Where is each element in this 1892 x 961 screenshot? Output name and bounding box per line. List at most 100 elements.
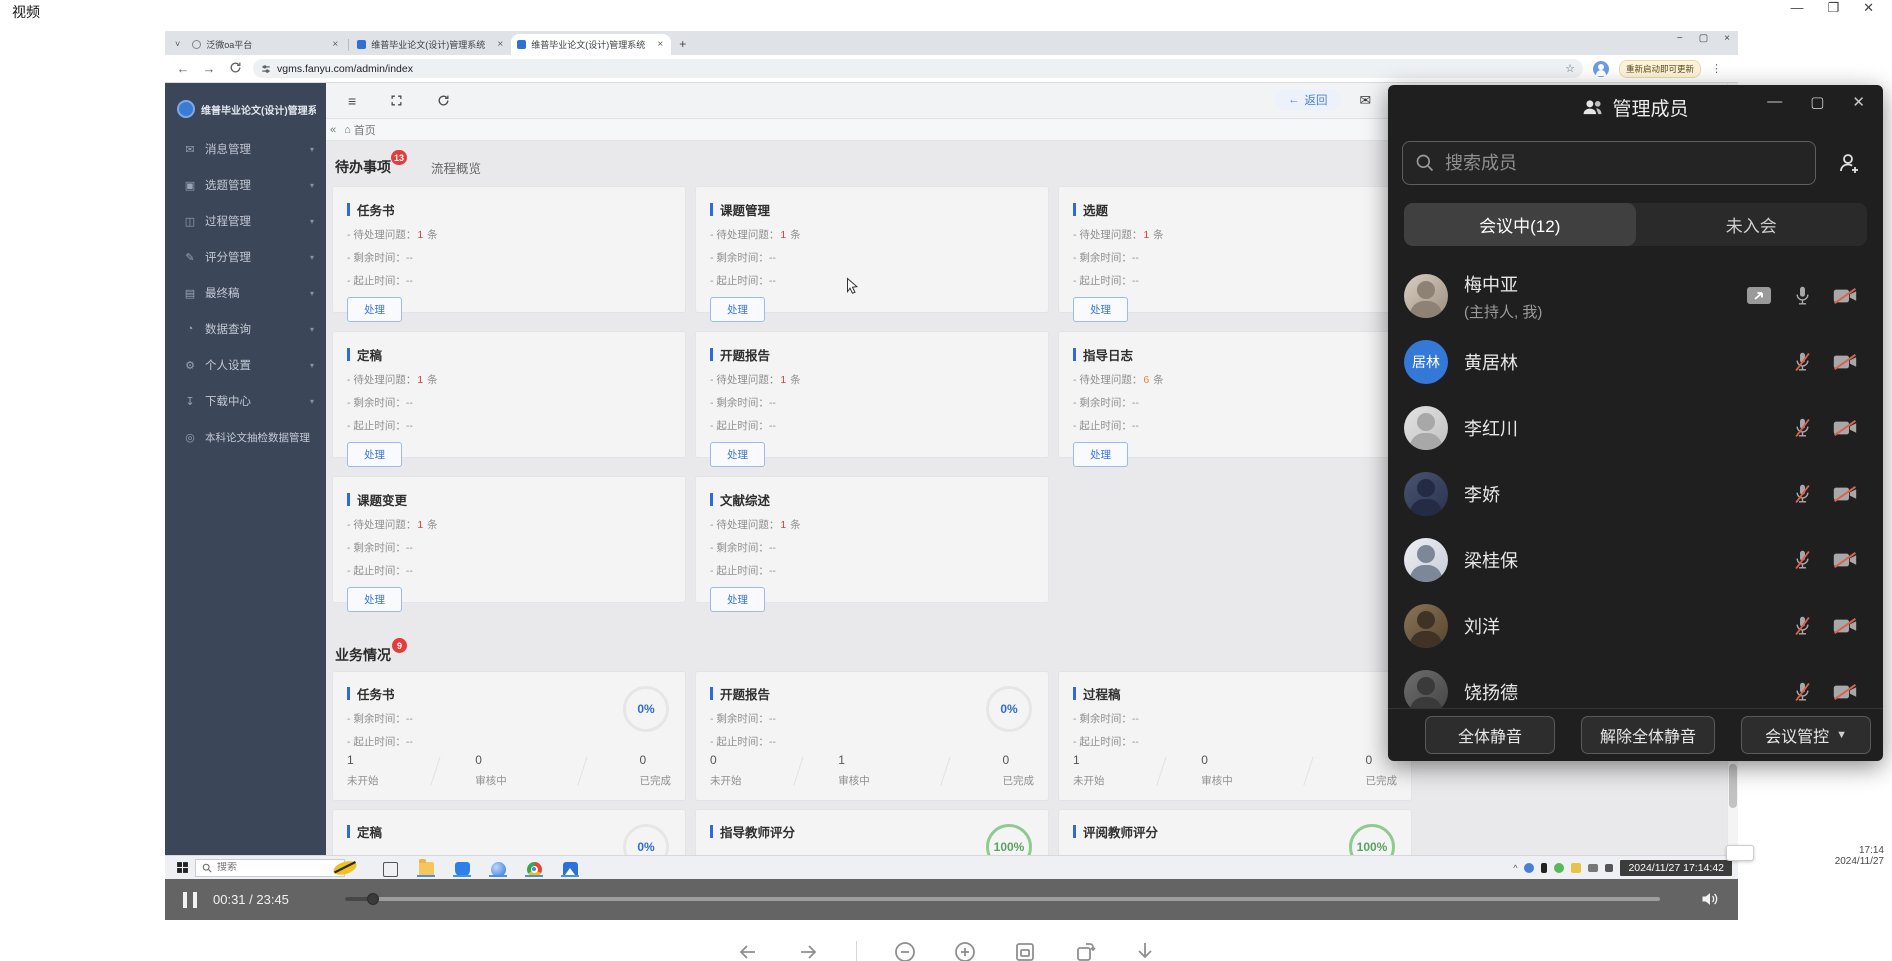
sidebar-item-final-draft[interactable]: ▤ 最终稿 ▾ [165,275,326,311]
browser-profile-avatar[interactable] [1593,61,1609,77]
close-icon[interactable]: ✕ [1863,0,1874,16]
taskbar-search[interactable] [195,859,345,877]
rotate-button[interactable] [1073,940,1097,961]
tray-icon[interactable] [1554,863,1564,873]
member-search-input[interactable] [1445,153,1803,174]
meeting-app-button[interactable] [559,859,581,877]
pause-button[interactable] [183,892,197,908]
member-row[interactable]: 李娇 [1388,461,1883,527]
tab-close-icon[interactable]: × [330,39,340,50]
fit-view-button[interactable] [1013,940,1037,961]
zoom-out-button[interactable] [893,940,917,961]
member-list[interactable]: 梅中亚 (主持人, 我) 居林 黄居林 [1388,263,1883,708]
mail-icon[interactable]: ✉ [1360,92,1372,109]
member-search-box[interactable] [1402,141,1816,185]
minimize-icon[interactable]: − [1677,33,1683,44]
member-row[interactable]: 梅中亚 (主持人, 我) [1388,263,1883,329]
blue-app-button[interactable] [487,859,509,877]
new-tab-button[interactable]: + [671,37,694,55]
handle-button[interactable]: 处理 [1073,442,1128,467]
tab-not-joined[interactable]: 未入会 [1636,203,1868,246]
tray-volume-icon[interactable] [1605,864,1613,872]
todo-section-title[interactable]: 待办事项 13 [335,157,391,177]
chrome-button[interactable] [523,859,545,877]
breadcrumb-home[interactable]: ⌂ 首页 [344,122,376,138]
fullscreen-icon[interactable] [390,94,403,107]
sidebar-item-personal-settings[interactable]: ⚙ 个人设置 ▾ [165,347,326,383]
tray-icon[interactable] [1524,863,1534,873]
refresh-icon[interactable] [437,94,450,107]
close-icon[interactable]: × [1724,33,1730,44]
member-row[interactable]: 刘洋 [1388,593,1883,659]
tray-display-icon[interactable] [1588,864,1598,872]
tray-mic-icon[interactable] [1541,863,1547,873]
download-button[interactable] [1133,940,1157,961]
tray-shield-icon[interactable] [1571,863,1581,873]
back-icon[interactable]: ← [175,61,191,76]
minimize-icon[interactable]: — [1790,0,1803,16]
video-progress-bar[interactable] [345,897,1660,901]
chrome-update-pill[interactable]: 重新启动即可更新 [1619,60,1701,78]
tab-close-icon[interactable]: × [655,39,665,50]
minimize-icon[interactable]: — [1767,93,1782,111]
camera-off-icon[interactable] [1833,485,1857,503]
member-row[interactable]: 饶扬德 [1388,659,1883,708]
next-button[interactable] [796,940,820,961]
mute-all-button[interactable]: 全体静音 [1425,716,1555,754]
security-app-button[interactable] [451,859,473,877]
member-row[interactable]: 梁桂保 [1388,527,1883,593]
mic-off-icon[interactable] [1794,351,1811,373]
volume-icon[interactable] [1700,889,1720,914]
member-row[interactable]: 居林 黄居林 [1388,329,1883,395]
bookmark-star-icon[interactable]: ☆ [1565,62,1575,75]
address-bar[interactable]: vgms.fanyu.com/admin/index ☆ [253,59,1583,78]
meeting-control-button[interactable]: 会议管控 ▼ [1741,716,1871,754]
mic-off-icon[interactable] [1794,615,1811,637]
screen-share-icon[interactable] [1746,286,1772,306]
camera-off-icon[interactable] [1833,353,1857,371]
handle-button[interactable]: 处理 [1073,297,1128,322]
unmute-all-button[interactable]: 解除全体静音 [1581,716,1715,754]
scrollbar-thumb[interactable] [1729,764,1737,808]
zoom-in-button[interactable] [953,940,977,961]
browser-tab-1[interactable]: 泛微oa平台 × [186,34,346,55]
handle-button[interactable]: 处理 [347,587,402,612]
collapse-tags-icon[interactable]: « [330,124,336,136]
handle-button[interactable]: 处理 [347,297,402,322]
add-member-button[interactable] [1829,141,1869,185]
forward-icon[interactable]: → [201,61,217,76]
browser-menu-icon[interactable]: ⋮ [1711,62,1722,75]
previous-button[interactable] [736,940,760,961]
maximize-icon[interactable]: ▢ [1810,93,1824,111]
task-view-button[interactable] [379,859,401,877]
browser-tab-2[interactable]: 维普毕业论文(设计)管理系统 × [351,34,511,55]
tab-search-chevron-icon[interactable]: ˅ [165,39,186,55]
sidebar-item-scoring[interactable]: ✎ 评分管理 ▾ [165,239,326,275]
browser-tab-3-active[interactable]: 维普毕业论文(设计)管理系统 × [511,34,671,55]
handle-button[interactable]: 处理 [710,442,765,467]
sidebar-item-download-center[interactable]: ↧ 下载中心 ▾ [165,383,326,419]
handle-button[interactable]: 处理 [710,587,765,612]
sidebar-item-messages[interactable]: ✉ 消息管理 ▾ [165,131,326,167]
camera-off-icon[interactable] [1833,287,1857,305]
sidebar-item-data-query[interactable]: ◔ 数据查询 ▾ [165,311,326,347]
sidebar-item-thesis-sampling[interactable]: ◎ 本科论文抽检数据管理 [165,419,326,455]
progress-thumb[interactable] [367,893,379,905]
restore-icon[interactable]: ❐ [1827,0,1839,16]
tab-close-icon[interactable]: × [495,39,505,50]
tray-chevron-up-icon[interactable]: ^ [1513,863,1517,873]
taskbar-search-input[interactable] [217,862,297,873]
tab-process-overview[interactable]: 流程概览 [431,157,481,177]
mic-off-icon[interactable] [1794,483,1811,505]
camera-off-icon[interactable] [1833,683,1857,701]
handle-button[interactable]: 处理 [710,297,765,322]
camera-off-icon[interactable] [1833,551,1857,569]
mic-off-icon[interactable] [1794,681,1811,703]
sidebar-item-topic-selection[interactable]: ▣ 选题管理 ▾ [165,167,326,203]
collapse-menu-icon[interactable]: ≡ [348,93,356,109]
back-button[interactable]: ← 返回 [1274,89,1342,111]
sidebar-item-process[interactable]: ◫ 过程管理 ▾ [165,203,326,239]
reload-icon[interactable] [227,61,243,77]
close-icon[interactable]: ✕ [1852,93,1865,111]
mic-on-icon[interactable] [1794,285,1811,307]
